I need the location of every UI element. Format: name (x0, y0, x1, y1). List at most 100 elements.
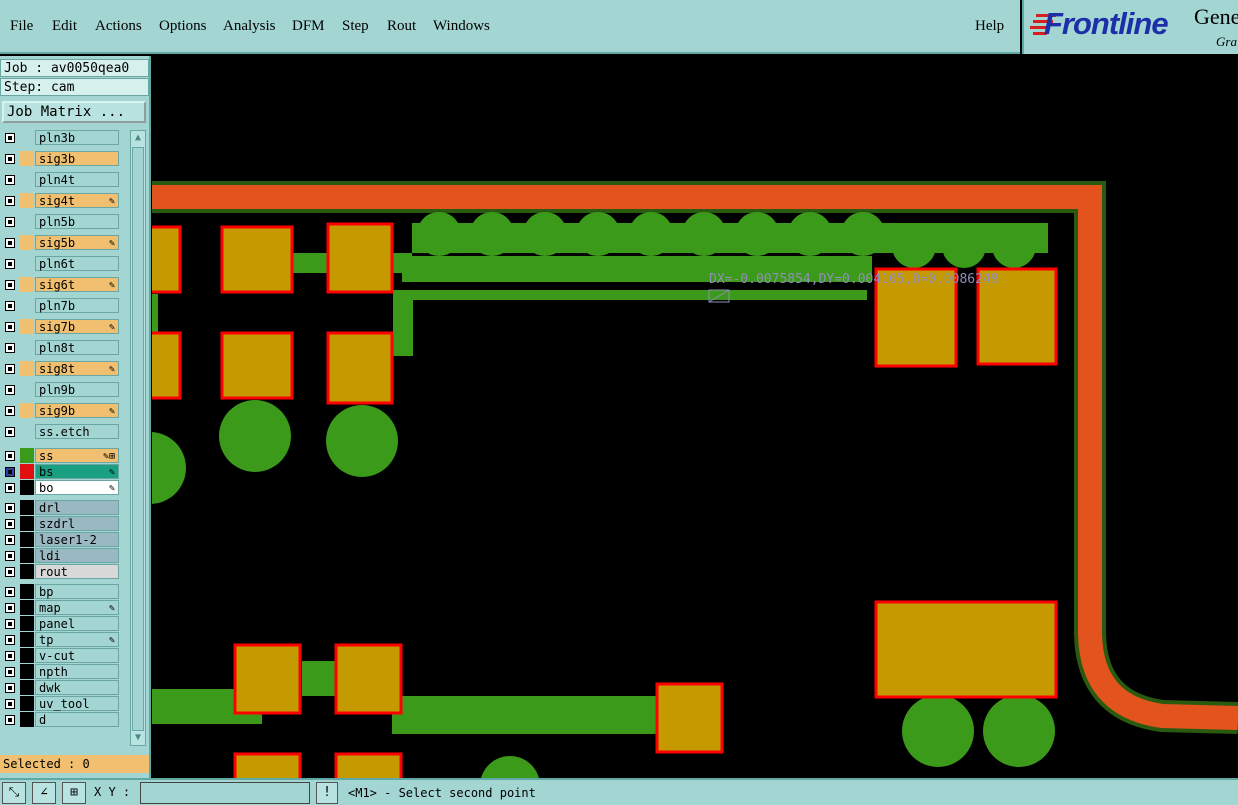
layer-checkbox[interactable] (5, 467, 15, 477)
layer-row-bp[interactable]: bp (2, 584, 122, 599)
layer-name[interactable]: map ✎ (35, 600, 119, 615)
layer-name[interactable]: pln5b (35, 214, 119, 229)
layer-row-sig7b[interactable]: sig7b ✎ (2, 319, 122, 334)
layer-checkbox[interactable] (5, 667, 15, 677)
layer-color-swatch[interactable] (20, 696, 34, 711)
layer-checkbox[interactable] (5, 551, 15, 561)
layer-name[interactable]: pln3b (35, 130, 119, 145)
layer-row-d[interactable]: d (2, 712, 122, 727)
layer-checkbox[interactable] (5, 196, 15, 206)
layer-row-rout[interactable]: rout (2, 564, 122, 579)
layer-color-swatch[interactable] (20, 616, 34, 631)
layer-row-npth[interactable]: npth (2, 664, 122, 679)
layer-color-swatch[interactable] (20, 480, 34, 495)
layer-color-swatch[interactable] (20, 277, 34, 292)
menu-rout[interactable]: Rout (387, 18, 416, 35)
menu-dfm[interactable]: DFM (292, 18, 325, 35)
zoom-fit-icon[interactable]: ⤡ (2, 782, 26, 804)
layer-checkbox[interactable] (5, 535, 15, 545)
layer-name[interactable]: sig8t ✎ (35, 361, 119, 376)
layer-checkbox[interactable] (5, 259, 15, 269)
layer-checkbox[interactable] (5, 364, 15, 374)
snap-grid-icon[interactable]: ⊞ (62, 782, 86, 804)
layer-color-swatch[interactable] (20, 516, 34, 531)
layer-name[interactable]: pln8t (35, 340, 119, 355)
layer-name[interactable]: tp ✎ (35, 632, 119, 647)
layer-color-swatch[interactable] (20, 319, 34, 334)
layer-checkbox[interactable] (5, 699, 15, 709)
layer-name[interactable]: dwk (35, 680, 119, 695)
layer-color-swatch[interactable] (20, 632, 34, 647)
layer-color-swatch[interactable] (20, 680, 34, 695)
layer-color-swatch[interactable] (20, 584, 34, 599)
layer-checkbox[interactable] (5, 238, 15, 248)
menu-edit[interactable]: Edit (52, 18, 77, 35)
layer-checkbox[interactable] (5, 519, 15, 529)
xy-input[interactable] (140, 782, 310, 804)
layer-name[interactable]: laser1-2 (35, 532, 119, 547)
layer-row-pln9b[interactable]: pln9b (2, 382, 122, 397)
layer-name[interactable]: npth (35, 664, 119, 679)
layer-checkbox[interactable] (5, 427, 15, 437)
layer-name[interactable]: ss ✎⊞ (35, 448, 119, 463)
layer-checkbox[interactable] (5, 385, 15, 395)
layer-checkbox[interactable] (5, 343, 15, 353)
layer-name[interactable]: ldi (35, 548, 119, 563)
layer-row-ldi[interactable]: ldi (2, 548, 122, 563)
layer-color-swatch[interactable] (20, 712, 34, 727)
layer-row-panel[interactable]: panel (2, 616, 122, 631)
layer-color-swatch[interactable] (20, 298, 34, 313)
layer-checkbox[interactable] (5, 406, 15, 416)
layer-checkbox[interactable] (5, 587, 15, 597)
layer-row-pln6t[interactable]: pln6t (2, 256, 122, 271)
layer-checkbox[interactable] (5, 175, 15, 185)
layer-row-sig8t[interactable]: sig8t ✎ (2, 361, 122, 376)
scroll-down-icon[interactable]: ▼ (131, 731, 145, 745)
layer-checkbox[interactable] (5, 301, 15, 311)
layer-row-ss[interactable]: ss ✎⊞ (2, 448, 122, 463)
layer-color-swatch[interactable] (20, 172, 34, 187)
layer-checkbox[interactable] (5, 567, 15, 577)
menu-help[interactable]: Help (975, 18, 1004, 35)
layer-checkbox[interactable] (5, 683, 15, 693)
layer-color-swatch[interactable] (20, 548, 34, 563)
layer-color-swatch[interactable] (20, 464, 34, 479)
layer-name[interactable]: uv_tool (35, 696, 119, 711)
layer-color-swatch[interactable] (20, 664, 34, 679)
layer-row-drl[interactable]: drl (2, 500, 122, 515)
layer-row-v-cut[interactable]: v-cut (2, 648, 122, 663)
layer-checkbox[interactable] (5, 217, 15, 227)
scroll-up-icon[interactable]: ▲ (131, 131, 145, 145)
layer-color-swatch[interactable] (20, 256, 34, 271)
layer-row-pln7b[interactable]: pln7b (2, 298, 122, 313)
layer-row-pln4t[interactable]: pln4t (2, 172, 122, 187)
menu-analysis[interactable]: Analysis (223, 18, 276, 35)
layer-color-swatch[interactable] (20, 600, 34, 615)
layer-color-swatch[interactable] (20, 382, 34, 397)
layer-checkbox[interactable] (5, 483, 15, 493)
layer-color-swatch[interactable] (20, 424, 34, 439)
layer-color-swatch[interactable] (20, 564, 34, 579)
menu-file[interactable]: File (10, 18, 33, 35)
layer-row-sig9b[interactable]: sig9b ✎ (2, 403, 122, 418)
layer-checkbox[interactable] (5, 635, 15, 645)
layer-row-sig6t[interactable]: sig6t ✎ (2, 277, 122, 292)
layer-color-swatch[interactable] (20, 130, 34, 145)
layer-name[interactable]: bp (35, 584, 119, 599)
layer-checkbox[interactable] (5, 603, 15, 613)
layer-color-swatch[interactable] (20, 151, 34, 166)
layer-color-swatch[interactable] (20, 361, 34, 376)
graphic-canvas[interactable]: DX=-0.0075854,DY=0.004105,D=0.0086249 (152, 56, 1238, 778)
layer-name[interactable]: sig6t ✎ (35, 277, 119, 292)
menu-step[interactable]: Step (342, 18, 369, 35)
layer-row-pln8t[interactable]: pln8t (2, 340, 122, 355)
layer-checkbox[interactable] (5, 503, 15, 513)
layer-row-ss.etch[interactable]: ss.etch (2, 424, 122, 439)
layer-color-swatch[interactable] (20, 448, 34, 463)
menu-windows[interactable]: Windows (433, 18, 490, 35)
job-matrix-button[interactable]: Job Matrix ... (2, 101, 146, 123)
layer-checkbox[interactable] (5, 133, 15, 143)
menu-actions[interactable]: Actions (95, 18, 142, 35)
alert-icon[interactable]: ! (316, 782, 338, 804)
layer-name[interactable]: szdrl (35, 516, 119, 531)
